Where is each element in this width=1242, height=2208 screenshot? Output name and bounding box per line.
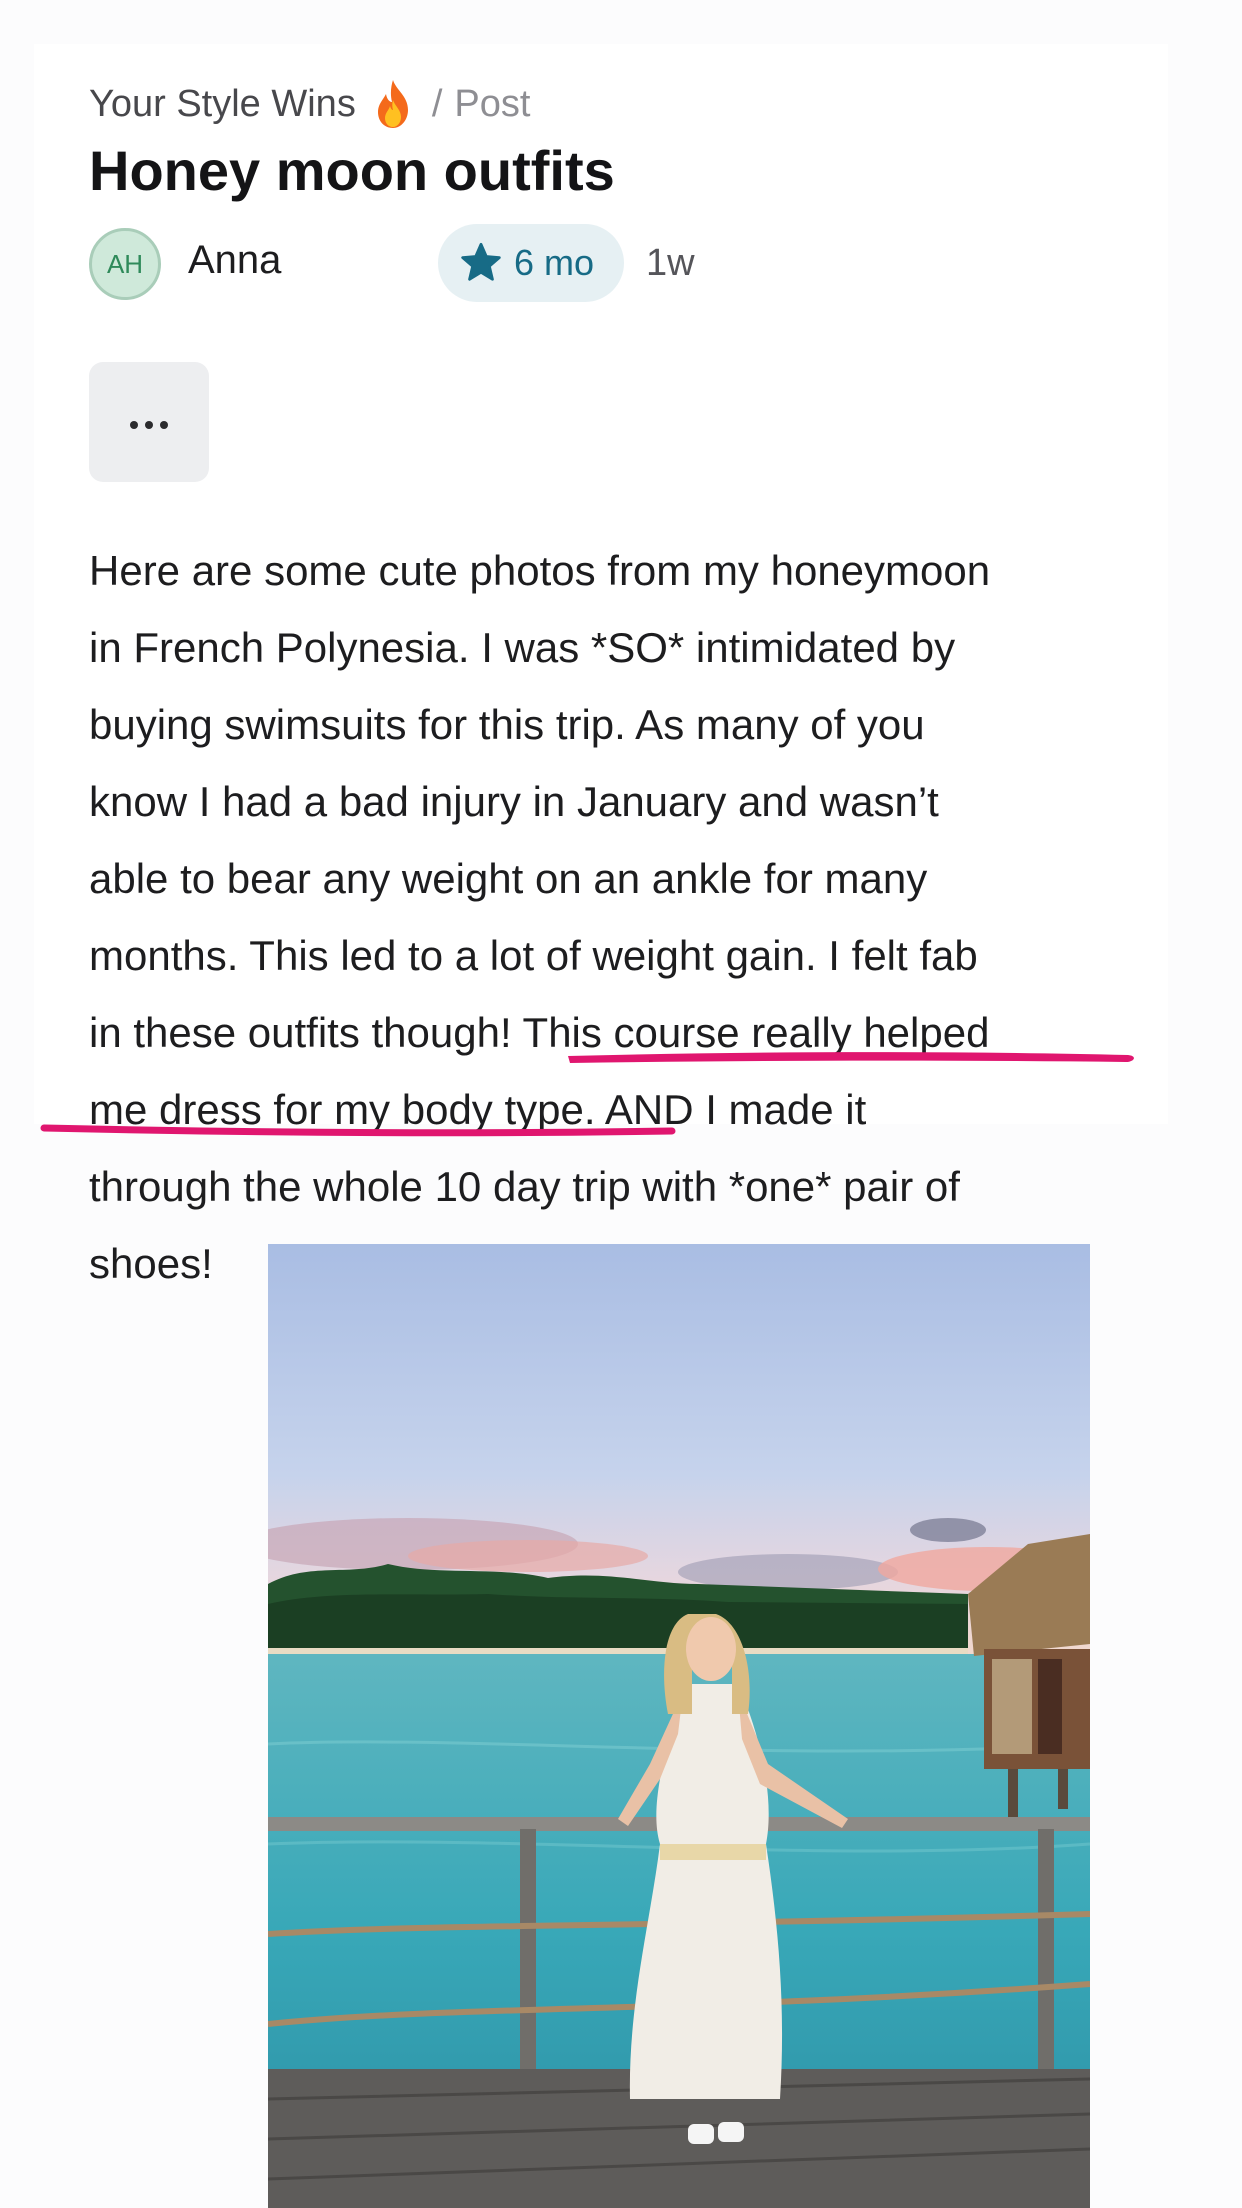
star-icon <box>458 240 504 286</box>
post-body-line: buying swimsuits for this trip. As many … <box>89 701 925 748</box>
breadcrumb: Your Style Wins / Post <box>89 78 530 130</box>
post-body-line: Here are some cute photos from my honeym… <box>89 547 991 594</box>
post-photo[interactable] <box>268 1244 1090 2208</box>
post-body-line: months. This led to a lot of weight gain… <box>89 932 978 979</box>
more-options-button[interactable] <box>89 362 209 482</box>
post-body-line: through the whole 10 day trip with *one*… <box>89 1163 960 1210</box>
breadcrumb-group-link[interactable]: Your Style Wins <box>89 83 356 126</box>
author-name[interactable]: Anna <box>188 238 281 283</box>
membership-badge: 6 mo <box>438 224 624 302</box>
post-body-line: in these outfits though! This course rea… <box>89 1009 990 1056</box>
more-dots-icon <box>129 417 169 429</box>
breadcrumb-separator: / <box>431 82 443 125</box>
fire-icon <box>370 78 416 130</box>
post-body: Here are some cute photos from my honeym… <box>89 532 1149 1302</box>
breadcrumb-current: Post <box>454 82 531 125</box>
post-title: Honey moon outfits <box>89 139 615 202</box>
avatar-initials: AH <box>106 248 144 279</box>
post-body-line: in French Polynesia. I was *SO* intimida… <box>89 624 956 671</box>
post-body-line: able to bear any weight on an ankle for … <box>89 855 928 902</box>
post-body-line: me dress for my body type. AND I made it <box>89 1086 867 1133</box>
post-body-line: know I had a bad injury in January and w… <box>89 778 939 825</box>
avatar[interactable]: AH <box>89 228 161 300</box>
membership-badge-label: 6 mo <box>514 242 595 283</box>
post-timestamp: 1w <box>646 242 695 284</box>
